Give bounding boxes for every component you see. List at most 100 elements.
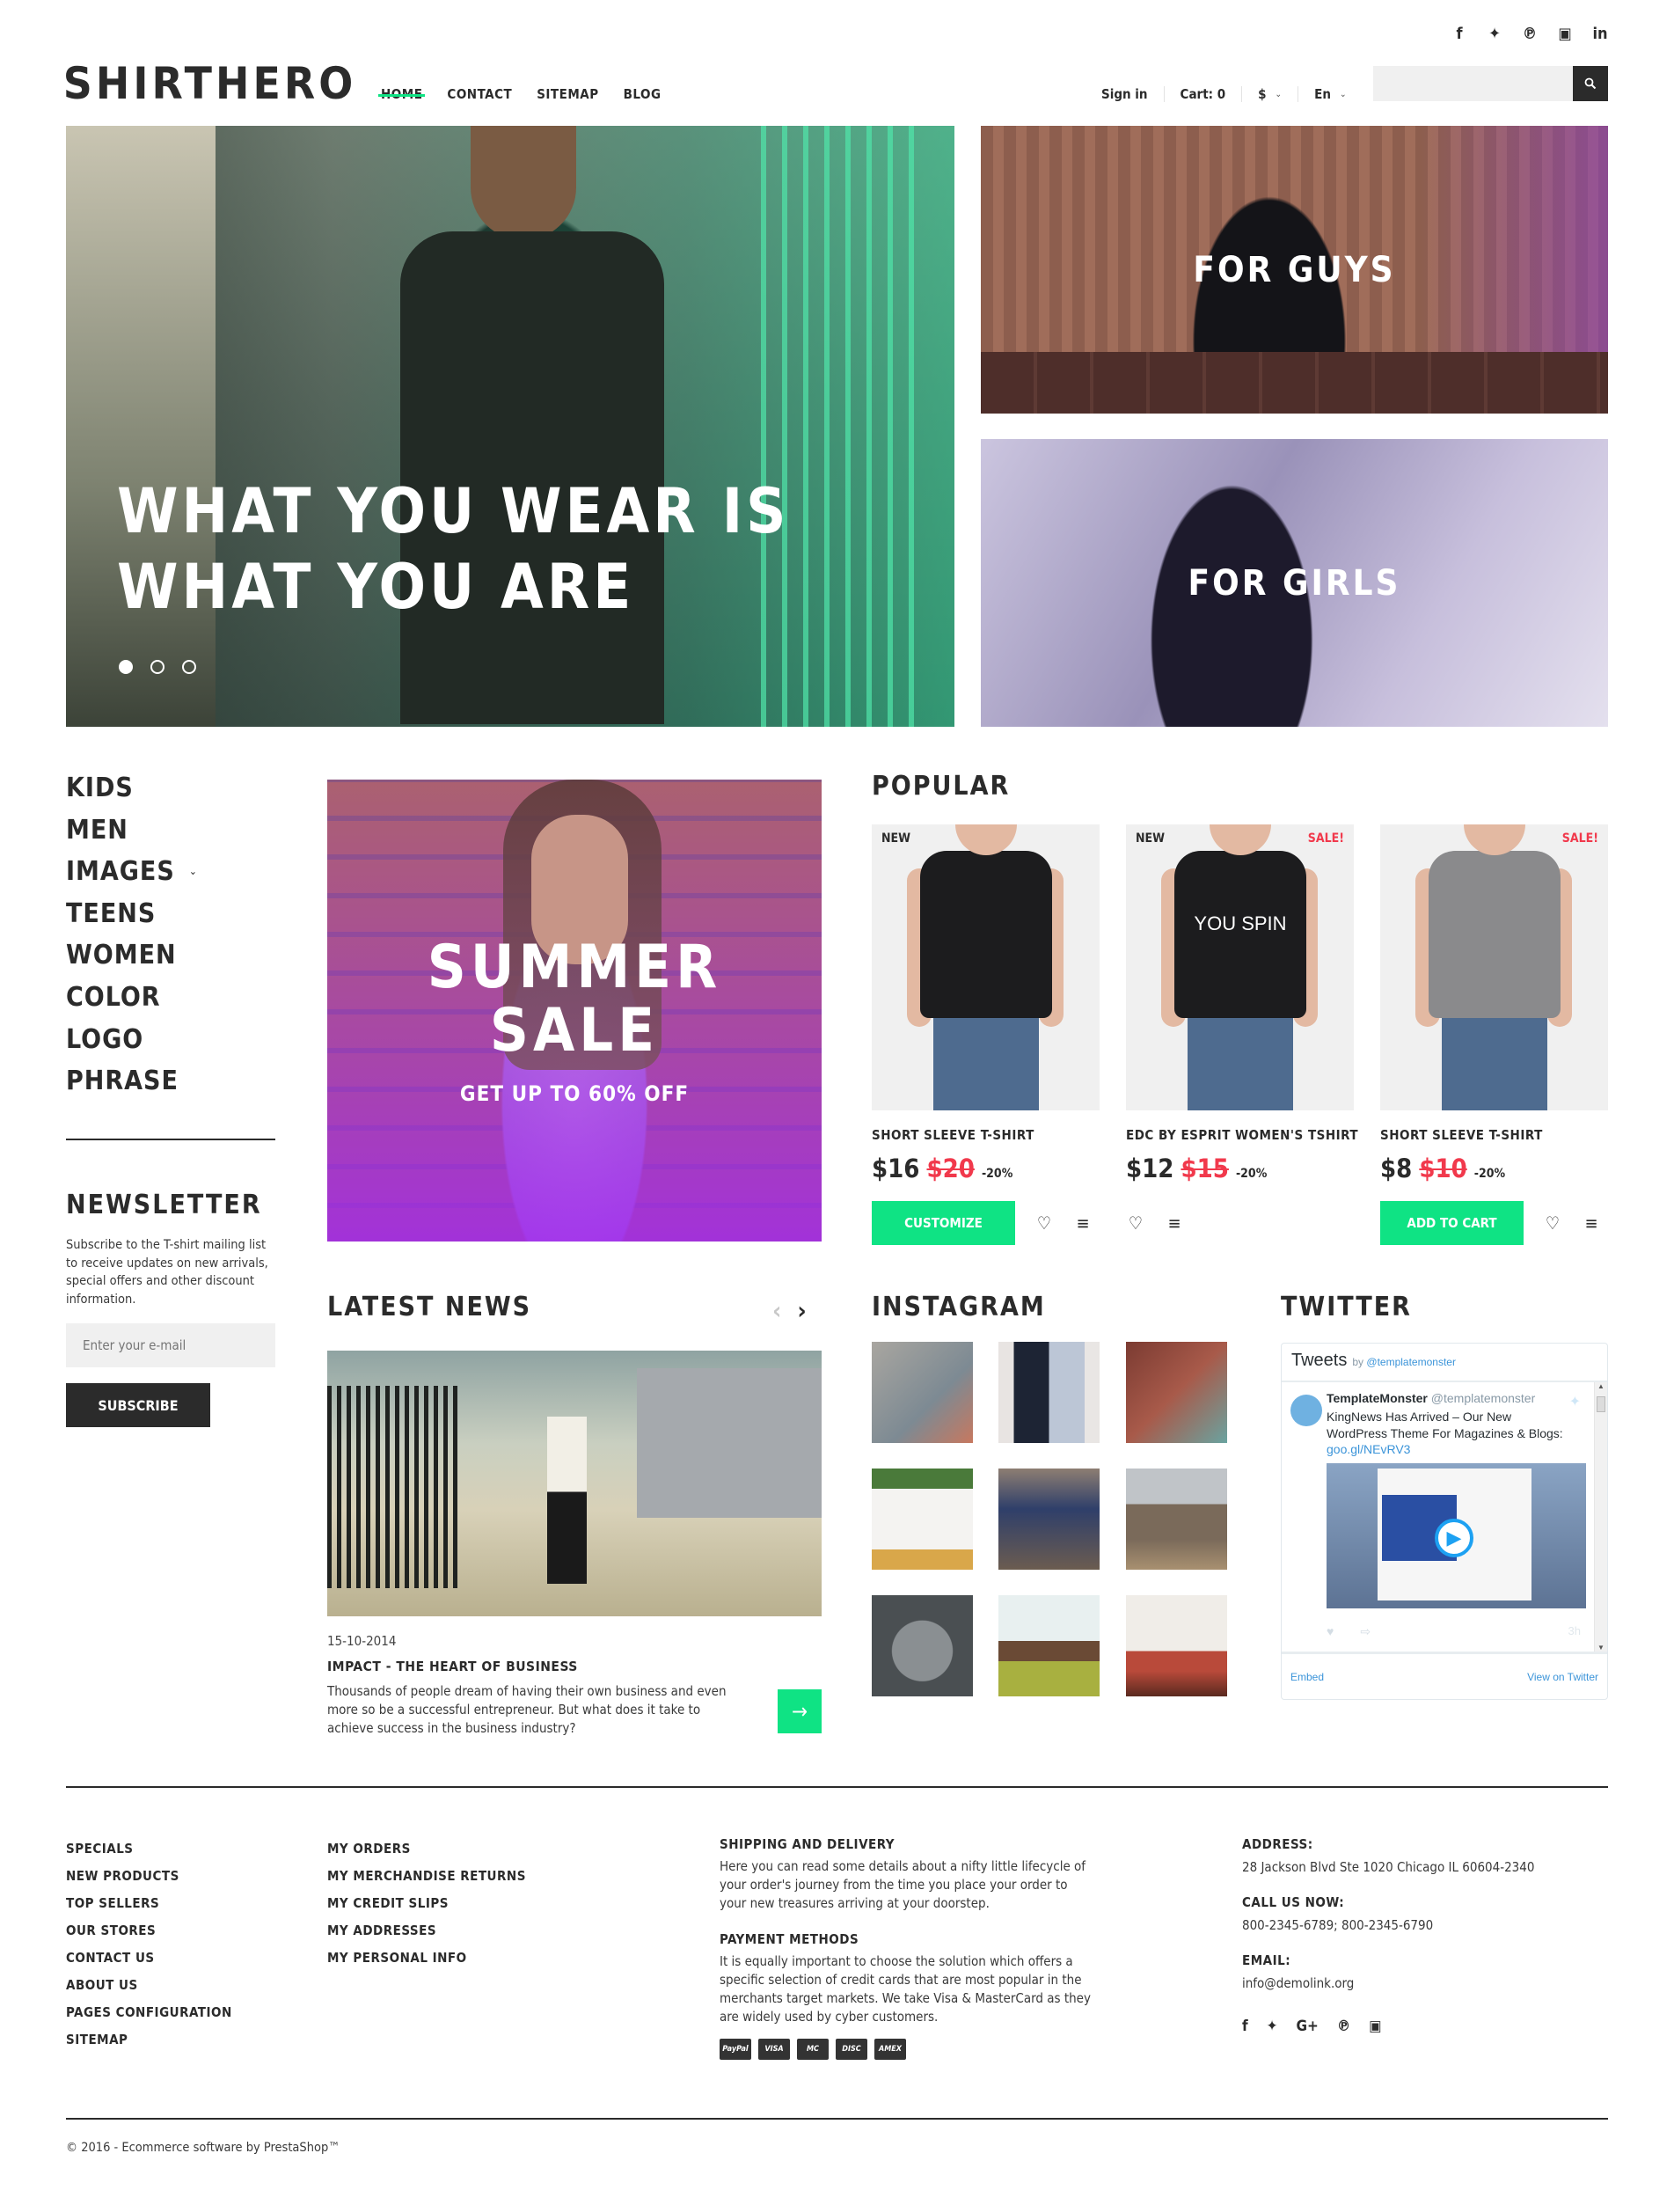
hero-slider[interactable]: WHAT YOU WEAR IS WHAT YOU ARE (66, 126, 954, 727)
tweet-media[interactable]: ▶ (1327, 1463, 1586, 1608)
news-title[interactable]: IMPACT - THE HEART OF BUSINESS (327, 1659, 578, 1674)
banner-for-girls[interactable]: FOR GIRLS (981, 439, 1608, 727)
instagram-photo[interactable] (872, 1469, 973, 1570)
linkedin-icon[interactable]: in (1592, 25, 1608, 43)
add-to-cart-button[interactable]: ADD TO CART (1380, 1201, 1524, 1245)
newsletter-email-input[interactable] (66, 1323, 275, 1367)
footer-link-top-sellers[interactable]: TOP SELLERS (66, 1890, 232, 1917)
banner-for-girls-label: FOR GIRLS (1188, 562, 1401, 604)
chevron-right-icon[interactable]: › (797, 1296, 806, 1325)
instagram-photo[interactable] (998, 1469, 1100, 1570)
instagram-photo[interactable] (872, 1342, 973, 1443)
logo[interactable]: SHIRTHERO (63, 58, 357, 109)
scroll-up-icon[interactable]: ▲ (1597, 1382, 1605, 1390)
search-input[interactable] (1373, 66, 1573, 101)
footer-link-sitemap[interactable]: SITEMAP (66, 2026, 232, 2054)
hero-line-1: WHAT YOU WEAR IS (117, 475, 790, 547)
scrollbar-thumb[interactable] (1597, 1396, 1605, 1412)
twitter-icon[interactable]: ✦ (1267, 2018, 1278, 2035)
wishlist-heart-icon[interactable]: ♡ (1543, 1212, 1562, 1234)
instagram-photo[interactable] (998, 1595, 1100, 1696)
footer-link-pages-configuration[interactable]: PAGES CONFIGURATION (66, 1999, 232, 2026)
footer-link-specials[interactable]: SPECIALS (66, 1835, 232, 1863)
news-image[interactable] (327, 1351, 822, 1616)
chevron-left-icon[interactable]: ‹ (772, 1296, 781, 1325)
slider-dot-3[interactable] (182, 660, 196, 674)
currency-select[interactable]: $ ⌄ (1241, 86, 1298, 102)
footer-link-addresses[interactable]: MY ADDRESSES (327, 1917, 526, 1945)
instagram-icon[interactable]: ▣ (1557, 25, 1573, 43)
compare-icon[interactable]: ≡ (1073, 1212, 1093, 1234)
instagram-photo[interactable] (872, 1595, 973, 1696)
nav-blog[interactable]: BLOG (624, 86, 662, 102)
nav-contact[interactable]: CONTACT (447, 86, 512, 102)
share-icon[interactable]: ⇨ (1360, 1624, 1371, 1639)
compare-icon[interactable]: ≡ (1582, 1212, 1601, 1234)
language-select[interactable]: En ⌄ (1298, 86, 1362, 102)
summer-sale-banner[interactable]: SUMMER SALE GET UP TO 60% OFF (327, 780, 822, 1242)
wishlist-heart-icon[interactable]: ♡ (1126, 1212, 1145, 1234)
embed-link[interactable]: Embed (1290, 1671, 1324, 1683)
search-button[interactable] (1573, 66, 1608, 101)
category-phrase[interactable]: PHRASE (66, 1060, 198, 1102)
subscribe-button[interactable]: SUBSCRIBE (66, 1383, 210, 1427)
product-image[interactable]: YOU SPIN NEW SALE! (1126, 824, 1354, 1110)
instagram-photo[interactable] (1126, 1469, 1227, 1570)
customize-button[interactable]: CUSTOMIZE (872, 1201, 1015, 1245)
footer-link-credit-slips[interactable]: MY CREDIT SLIPS (327, 1890, 526, 1917)
wishlist-heart-icon[interactable]: ♡ (1034, 1212, 1054, 1234)
category-color[interactable]: COLOR (66, 977, 198, 1019)
pinterest-icon[interactable]: ℗ (1522, 25, 1538, 43)
email-link[interactable]: info@demolink.org (1242, 1974, 1612, 1993)
twitter-icon[interactable]: ✦ (1487, 25, 1502, 43)
slider-dot-1[interactable] (119, 660, 133, 674)
instagram-icon[interactable]: ▣ (1369, 2018, 1381, 2035)
category-kids[interactable]: KIDS (66, 767, 198, 809)
category-logo[interactable]: LOGO (66, 1019, 198, 1061)
facebook-icon[interactable]: f (1451, 25, 1467, 43)
instagram-photo[interactable] (1126, 1342, 1227, 1443)
product-image[interactable]: NEW (872, 824, 1100, 1110)
footer-link-merchandise-returns[interactable]: MY MERCHANDISE RETURNS (327, 1863, 526, 1890)
category-men[interactable]: MEN (66, 809, 198, 852)
category-images[interactable]: IMAGES ⌄ (66, 851, 198, 893)
tweet-link[interactable]: goo.gl/NEvRV3 (1327, 1442, 1410, 1456)
instagram-photo[interactable] (1126, 1595, 1227, 1696)
twitter-scrollbar[interactable]: ▲ ▼ (1594, 1382, 1607, 1652)
category-women[interactable]: WOMEN (66, 934, 198, 977)
like-heart-icon[interactable]: ♥ (1327, 1624, 1334, 1639)
footer-link-my-orders[interactable]: MY ORDERS (327, 1835, 526, 1863)
play-icon[interactable]: ▶ (1435, 1519, 1473, 1557)
instagram-photo[interactable] (998, 1342, 1100, 1443)
google-plus-icon[interactable]: G+ (1296, 2018, 1318, 2035)
view-on-twitter-link[interactable]: View on Twitter (1527, 1671, 1598, 1683)
read-more-button[interactable]: → (778, 1689, 822, 1733)
footer-link-new-products[interactable]: NEW PRODUCTS (66, 1863, 232, 1890)
slider-dot-2[interactable] (150, 660, 164, 674)
pinterest-icon[interactable]: ℗ (1337, 2018, 1350, 2035)
cart-link[interactable]: Cart: 0 (1163, 86, 1242, 102)
compare-icon[interactable]: ≡ (1165, 1212, 1184, 1234)
nav-home[interactable]: HOME (377, 86, 426, 102)
product-image[interactable]: SALE! (1380, 824, 1608, 1110)
scroll-down-icon[interactable]: ▼ (1597, 1644, 1605, 1652)
banner-for-guys[interactable]: FOR GUYS (981, 126, 1608, 414)
product-name[interactable]: SHORT SLEEVE T-SHIRT (1380, 1127, 1608, 1143)
tweet-avatar[interactable] (1290, 1395, 1322, 1426)
footer-link-personal-info[interactable]: MY PERSONAL INFO (327, 1945, 526, 1972)
footer-link-our-stores[interactable]: OUR STORES (66, 1917, 232, 1945)
twitter-handle-link[interactable]: @templatemonster (1366, 1356, 1456, 1368)
nav-sitemap[interactable]: SITEMAP (537, 86, 598, 102)
chevron-down-icon[interactable]: ⌄ (189, 851, 198, 893)
footer-link-about-us[interactable]: ABOUT US (66, 1972, 232, 1999)
tweet-user[interactable]: TemplateMonster @templatemonster (1327, 1391, 1535, 1405)
product-name[interactable]: EDC BY ESPRIT WOMEN'S TSHIRT (1126, 1127, 1358, 1143)
footer-link-contact-us[interactable]: CONTACT US (66, 1945, 232, 1972)
facebook-icon[interactable]: f (1242, 2018, 1248, 2035)
product-name[interactable]: SHORT SLEEVE T-SHIRT (872, 1127, 1100, 1143)
footer-shipping-payment: SHIPPING AND DELIVERY Here you can read … (720, 1836, 1098, 2060)
product-discount: -20% (981, 1167, 1013, 1181)
sign-in-link[interactable]: Sign in (1101, 86, 1164, 102)
search-icon (1584, 77, 1597, 90)
category-teens[interactable]: TEENS (66, 893, 198, 935)
